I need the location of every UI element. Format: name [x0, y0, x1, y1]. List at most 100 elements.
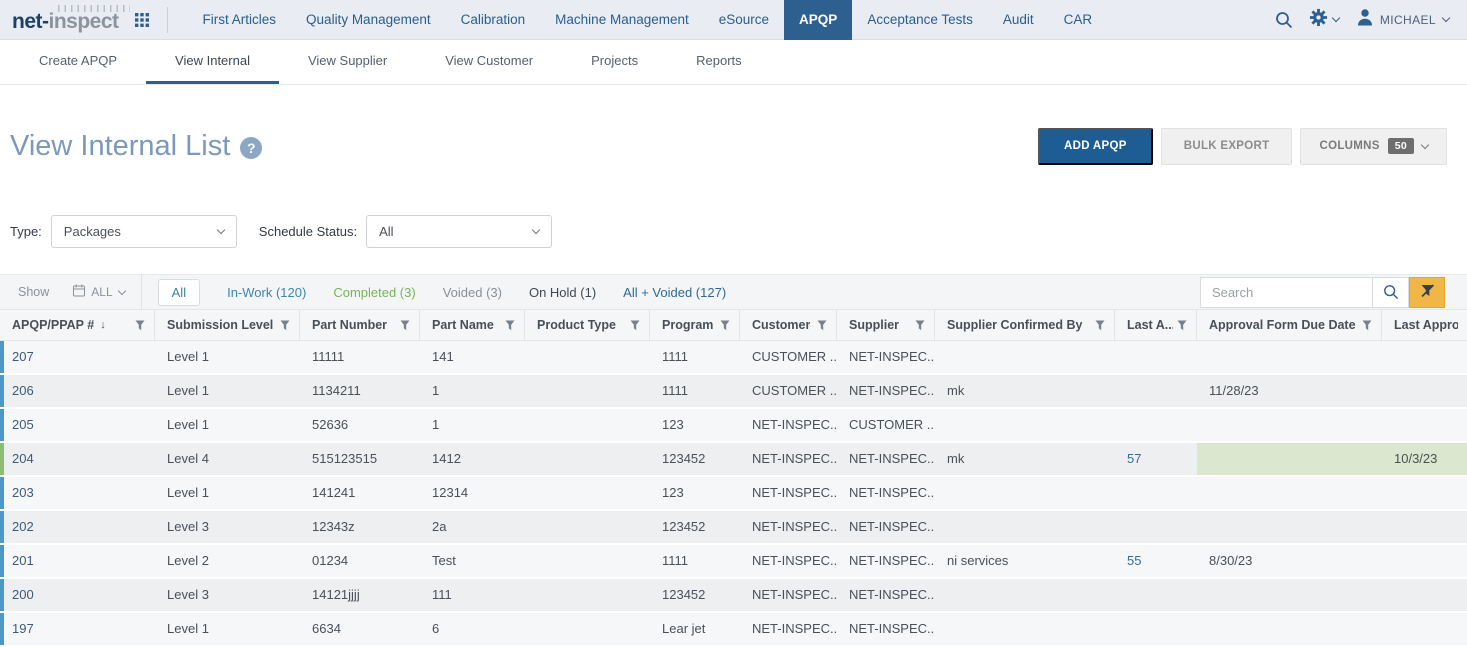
table-row-204[interactable]: 204Level 45151235151412123452NET-INSPEC.…: [0, 443, 1467, 475]
sub-nav-item-view-supplier[interactable]: View Supplier: [279, 40, 416, 84]
cell-last-appro: [1382, 579, 1467, 611]
column-filter-funnel-icon[interactable]: [1362, 320, 1372, 331]
type-label: Type:: [10, 224, 42, 239]
apqp-number-link[interactable]: 200: [0, 579, 155, 611]
table-row-206[interactable]: 206Level 1113421111111CUSTOMER ...NET-IN…: [0, 375, 1467, 407]
calendar-icon: [73, 284, 85, 300]
apqp-number-link[interactable]: 205: [0, 409, 155, 441]
table-row-207[interactable]: 207Level 1111111411111CUSTOMER ...NET-IN…: [0, 341, 1467, 373]
main-nav-item-acceptance-tests[interactable]: Acceptance Tests: [852, 0, 988, 40]
table-row-197[interactable]: 197Level 166346Lear jetNET-INSPEC...NET-…: [0, 613, 1467, 645]
cell-supplier: NET-INSPEC...: [837, 375, 935, 407]
sub-nav-item-view-customer[interactable]: View Customer: [416, 40, 562, 84]
cell-supplier: NET-INSPEC...: [837, 511, 935, 543]
cell-product-type: [525, 613, 650, 645]
main-nav-item-audit[interactable]: Audit: [988, 0, 1049, 40]
column-filter-funnel-icon[interactable]: [1095, 320, 1105, 331]
status-tab-voided-3[interactable]: Voided (3): [443, 285, 502, 300]
column-filter-funnel-icon[interactable]: [817, 320, 827, 331]
column-header-submission-level[interactable]: Submission Level: [155, 310, 300, 340]
status-tab-completed-3[interactable]: Completed (3): [333, 285, 415, 300]
table-row-200[interactable]: 200Level 314121jjjj111123452NET-INSPEC..…: [0, 579, 1467, 611]
column-filter-funnel-icon[interactable]: [1177, 320, 1187, 331]
cell-approval-form-due-date: [1197, 409, 1382, 441]
status-tab-in-work-120[interactable]: In-Work (120): [227, 285, 306, 300]
main-nav-item-first-articles[interactable]: First Articles: [188, 0, 292, 40]
user-menu[interactable]: MICHAEL: [1355, 7, 1449, 32]
column-header-part-name[interactable]: Part Name: [420, 310, 525, 340]
cell-last-a[interactable]: 55: [1115, 545, 1197, 577]
settings-menu[interactable]: [1309, 8, 1339, 32]
sub-nav-item-view-internal[interactable]: View Internal: [146, 40, 279, 84]
cell-part-name: 1: [420, 375, 525, 407]
sub-nav-item-reports[interactable]: Reports: [667, 40, 771, 84]
cell-customer: NET-INSPEC...: [740, 579, 837, 611]
table-row-205[interactable]: 205Level 1526361123NET-INSPEC...CUSTOMER…: [0, 409, 1467, 441]
date-range-dropdown[interactable]: ALL: [73, 284, 124, 300]
column-header-apqp-ppap[interactable]: APQP/PPAP #↓: [0, 310, 155, 340]
apqp-number-link[interactable]: 204: [0, 443, 155, 475]
bulk-export-button[interactable]: BULK EXPORT: [1161, 128, 1293, 165]
column-header-product-type[interactable]: Product Type: [525, 310, 650, 340]
help-icon[interactable]: ?: [240, 137, 262, 159]
clear-filters-button[interactable]: [1409, 277, 1445, 308]
column-filter-funnel-icon[interactable]: [630, 320, 640, 331]
search-input[interactable]: [1200, 277, 1372, 308]
main-nav: First ArticlesQuality ManagementCalibrat…: [188, 0, 1108, 40]
column-label: Supplier: [849, 318, 899, 332]
search-icon[interactable]: [1275, 11, 1293, 29]
app-logo[interactable]: net-inspect: [12, 6, 119, 34]
column-filter-funnel-icon[interactable]: [915, 320, 925, 331]
title-row: View Internal List ? ADD APQP BULK EXPOR…: [10, 125, 1447, 167]
column-header-supplier-confirmed-by[interactable]: Supplier Confirmed By: [935, 310, 1115, 340]
cell-last-appro: [1382, 545, 1467, 577]
column-header-supplier[interactable]: Supplier: [837, 310, 935, 340]
table-row-201[interactable]: 201Level 201234Test1111NET-INSPEC...NET-…: [0, 545, 1467, 577]
apqp-number-link[interactable]: 207: [0, 341, 155, 373]
apqp-number-link[interactable]: 197: [0, 613, 155, 645]
add-apqp-button[interactable]: ADD APQP: [1038, 128, 1153, 165]
cell-last-a[interactable]: 57: [1115, 443, 1197, 475]
cell-last-a: [1115, 579, 1197, 611]
column-filter-funnel-icon[interactable]: [505, 320, 515, 331]
apqp-number-link[interactable]: 206: [0, 375, 155, 407]
column-header-program[interactable]: Program: [650, 310, 740, 340]
columns-button[interactable]: COLUMNS 50: [1300, 128, 1447, 165]
status-tab-all[interactable]: All: [158, 279, 200, 306]
column-filter-funnel-icon[interactable]: [400, 320, 410, 331]
column-header-last-a[interactable]: Last A...: [1115, 310, 1197, 340]
sub-nav-item-create-apqp[interactable]: Create APQP: [10, 40, 146, 84]
column-header-approval-form-due-date[interactable]: Approval Form Due Date: [1197, 310, 1382, 340]
main-nav-item-calibration[interactable]: Calibration: [446, 0, 541, 40]
apps-grid-icon[interactable]: [135, 13, 149, 27]
status-tab-on-hold-1[interactable]: On Hold (1): [529, 285, 596, 300]
type-select[interactable]: Packages: [51, 215, 237, 248]
column-filter-funnel-icon[interactable]: [720, 320, 730, 331]
sub-nav-item-projects[interactable]: Projects: [562, 40, 667, 84]
search-button[interactable]: [1372, 277, 1409, 308]
column-header-last-appro[interactable]: Last Appro...: [1382, 310, 1467, 340]
table-row-203[interactable]: 203Level 114124112314123NET-INSPEC...NET…: [0, 477, 1467, 509]
schedule-status-select[interactable]: All: [366, 215, 552, 248]
main-nav-item-car[interactable]: CAR: [1049, 0, 1108, 40]
cell-last-appro: [1382, 341, 1467, 373]
column-header-customer[interactable]: Customer: [740, 310, 837, 340]
cell-part-number: 515123515: [300, 443, 420, 475]
main-nav-item-apqp[interactable]: APQP: [784, 0, 852, 40]
table-row-202[interactable]: 202Level 312343z2a123452NET-INSPEC...NET…: [0, 511, 1467, 543]
schedule-status-label: Schedule Status:: [259, 224, 357, 239]
status-tab-all-voided-127[interactable]: All + Voided (127): [623, 285, 726, 300]
main-nav-item-esource[interactable]: eSource: [704, 0, 784, 40]
apqp-number-link[interactable]: 202: [0, 511, 155, 543]
main-nav-item-machine-management[interactable]: Machine Management: [540, 0, 704, 40]
cell-customer: NET-INSPEC...: [740, 613, 837, 645]
main-nav-item-quality-management[interactable]: Quality Management: [291, 0, 446, 40]
column-label: Product Type: [537, 318, 616, 332]
column-label: Part Name: [432, 318, 494, 332]
column-label: APQP/PPAP #: [12, 318, 94, 332]
apqp-number-link[interactable]: 203: [0, 477, 155, 509]
column-filter-funnel-icon[interactable]: [280, 320, 290, 331]
column-header-part-number[interactable]: Part Number: [300, 310, 420, 340]
apqp-number-link[interactable]: 201: [0, 545, 155, 577]
column-filter-funnel-icon[interactable]: [135, 320, 145, 331]
